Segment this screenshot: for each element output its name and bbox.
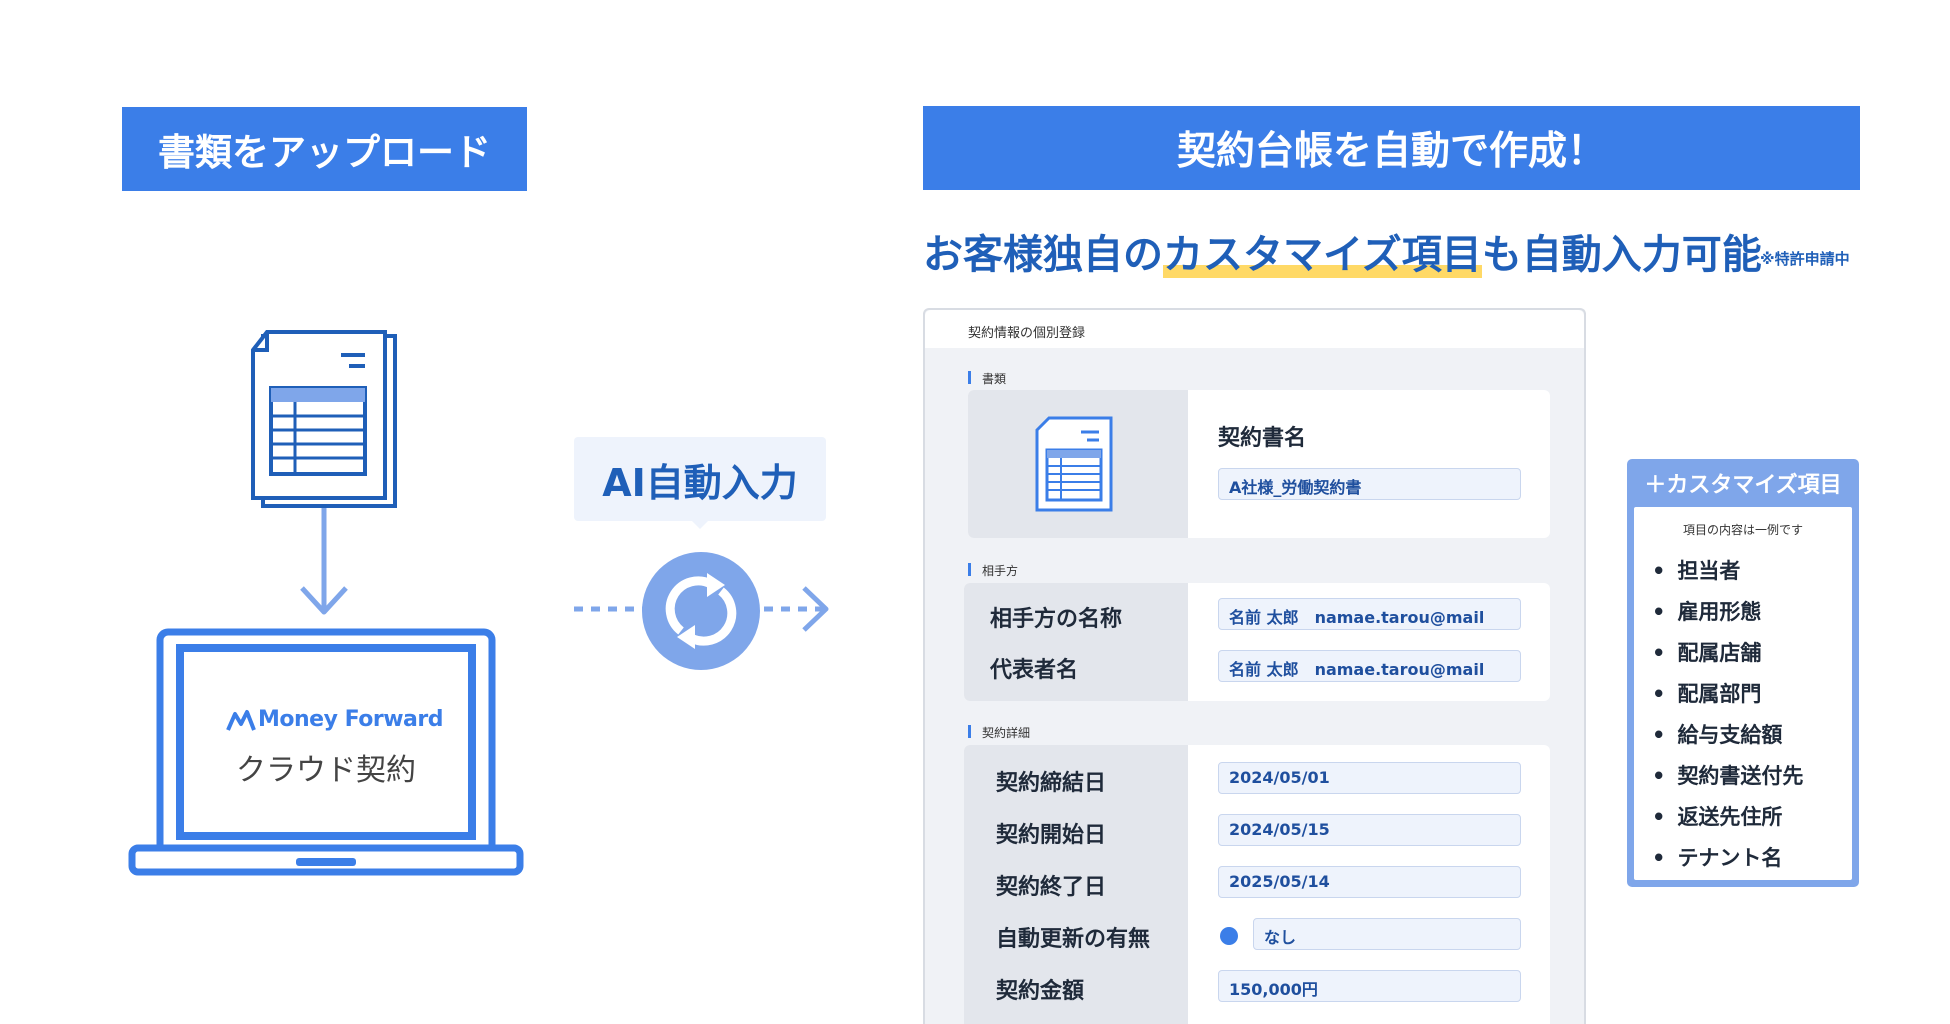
details-card: 契約締結日 2024/05/01 契約開始日 2024/05/15 契約終了日 … [964, 745, 1550, 1024]
section-counterparty: 相手方 [968, 562, 1018, 579]
representative-field[interactable]: 名前 太郎 namae.tarou@mail [1218, 650, 1521, 682]
ledger-banner: 契約台帳を自動で作成！ [923, 106, 1860, 190]
section-document: 書類 [968, 370, 1006, 387]
headline-highlight: カスタマイズ項目 [1163, 232, 1482, 278]
custom-item: 給与支給額 [1652, 719, 1782, 749]
form-title: 契約情報の個別登録 [925, 310, 1584, 348]
bubble-tail [690, 519, 710, 529]
auto-renewal-radio[interactable] [1220, 927, 1238, 945]
custom-item: 返送先住所 [1652, 801, 1782, 831]
end-date-label: 契約終了日 [996, 875, 1107, 900]
document-name-label: 契約書名 [1218, 426, 1307, 451]
counterparty-card: 相手方の名称 名前 太郎 namae.tarou@mail 代表者名 名前 太郎… [964, 583, 1550, 701]
representative-label: 代表者名 [990, 658, 1079, 683]
counterparty-name-label: 相手方の名称 [990, 607, 1123, 632]
custom-item: 雇用形態 [1652, 596, 1761, 626]
custom-items-note: 項目の内容は一例です [1682, 523, 1803, 537]
contract-date-field[interactable]: 2024/05/01 [1218, 762, 1521, 794]
money-forward-logo-icon [226, 710, 256, 731]
start-date-label: 契約開始日 [996, 823, 1107, 848]
contract-amount-field[interactable]: 150,000円 [1218, 970, 1521, 1002]
custom-items-box: ＋カスタマイズ項目 項目の内容は一例です 担当者 雇用形態 配属店舗 配属部門 … [1627, 459, 1859, 887]
custom-item: 担当者 [1652, 555, 1740, 585]
headline: お客様独自のカスタマイズ項目も自動入力可能 [923, 222, 1762, 280]
custom-item: 配属店舗 [1652, 637, 1761, 667]
document-card: 契約書名 A社様_労働契約書 [968, 390, 1550, 538]
brand-logo-text: Money Forward [258, 707, 443, 732]
custom-item: テナント名 [1652, 842, 1782, 872]
patent-note: ※特許申請中 [1760, 250, 1850, 268]
upload-banner: 書類をアップロード [122, 107, 527, 191]
document-icon [251, 330, 397, 508]
ai-autofill-bubble: AI自動入力 [574, 437, 826, 521]
section-details: 契約詳細 [968, 724, 1030, 741]
end-date-field[interactable]: 2025/05/14 [1218, 866, 1521, 898]
auto-renewal-field[interactable]: なし [1253, 918, 1521, 950]
document-thumbnail-icon [1035, 416, 1113, 512]
custom-items-list: 項目の内容は一例です 担当者 雇用形態 配属店舗 配属部門 給与支給額 契約書送… [1634, 507, 1852, 880]
headline-after: も自動入力可能 [1481, 232, 1762, 278]
document-name-field[interactable]: A社様_労働契約書 [1218, 468, 1521, 500]
product-name: クラウド契約 [236, 753, 416, 788]
custom-item: 契約書送付先 [1652, 760, 1803, 790]
contract-date-label: 契約締結日 [996, 771, 1107, 796]
sync-icon [642, 552, 760, 670]
contract-amount-label: 契約金額 [996, 979, 1085, 1004]
counterparty-name-field[interactable]: 名前 太郎 namae.tarou@mail [1218, 598, 1521, 630]
custom-item: 配属部門 [1652, 678, 1761, 708]
start-date-field[interactable]: 2024/05/15 [1218, 814, 1521, 846]
headline-before: お客様独自の [923, 232, 1163, 278]
contract-form-panel: 契約情報の個別登録 書類 契約書名 A社様_労働契約書 相手方 相手方の名称 名… [923, 308, 1586, 1024]
down-arrow-icon [300, 508, 348, 615]
custom-items-title: ＋カスタマイズ項目 [1644, 473, 1842, 498]
auto-renewal-label: 自動更新の有無 [996, 927, 1151, 952]
